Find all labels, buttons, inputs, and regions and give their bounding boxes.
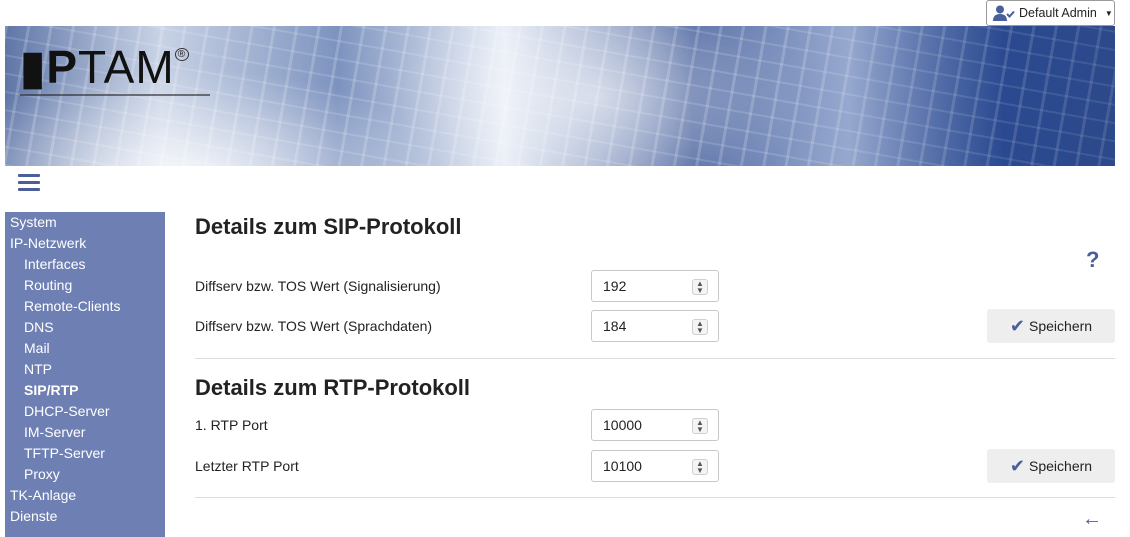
sidebar-item-routing[interactable]: Routing — [5, 275, 165, 296]
rtp-first-port-value: 10000 — [603, 417, 642, 433]
caret-down-icon: ▼ — [1104, 8, 1113, 18]
sidebar-item-ntp[interactable]: NTP — [5, 359, 165, 380]
rtp-last-port-label: Letzter RTP Port — [195, 458, 299, 474]
rtp-save-button[interactable]: ✔ Speichern — [987, 449, 1115, 483]
back-arrow-icon[interactable]: ← — [1082, 508, 1102, 531]
header-banner: ▮PTAM ® — [5, 26, 1115, 166]
sip-signal-input[interactable]: 192 ▲ ▼ — [591, 270, 719, 302]
sidebar-item-dhcp-server[interactable]: DHCP-Server — [5, 401, 165, 422]
help-icon[interactable]: ? — [1086, 247, 1099, 273]
sidebar-item-dienste[interactable]: Dienste — [5, 506, 165, 527]
user-check-icon — [993, 5, 1015, 21]
sip-save-label: Speichern — [1029, 318, 1093, 334]
sidebar-item-im-server[interactable]: IM-Server — [5, 422, 165, 443]
sidebar-item-system[interactable]: System — [5, 212, 165, 233]
user-name: Default Admin — [1019, 6, 1097, 20]
sip-section-title: Details zum SIP-Protokoll — [195, 214, 462, 239]
sip-signal-label: Diffserv bzw. TOS Wert (Signalisierung) — [195, 278, 441, 294]
sip-signal-value: 192 — [603, 278, 627, 294]
sidebar-item-ip-netzwerk[interactable]: IP-Netzwerk — [5, 233, 165, 254]
check-icon: ✔ — [1009, 456, 1026, 476]
sidebar-item-mail[interactable]: Mail — [5, 338, 165, 359]
rtp-section-title: Details zum RTP-Protokoll — [195, 375, 471, 400]
sidebar-item-proxy[interactable]: Proxy — [5, 464, 165, 485]
spinner-icon[interactable]: ▲ ▼ — [692, 459, 708, 475]
spinner-icon[interactable]: ▲ ▼ — [692, 418, 708, 434]
sip-voice-value: 184 — [603, 318, 627, 334]
menu-toggle-icon[interactable] — [18, 174, 40, 192]
sidebar-item-remote-clients[interactable]: Remote-Clients — [5, 296, 165, 317]
sip-voice-label: Diffserv bzw. TOS Wert (Sprachdaten) — [195, 318, 433, 334]
rtp-last-port-value: 10100 — [603, 458, 642, 474]
check-icon: ✔ — [1009, 316, 1026, 336]
sidebar-nav: System IP-Netzwerk Interfaces Routing Re… — [5, 212, 165, 537]
rtp-first-port-label: 1. RTP Port — [195, 417, 268, 433]
spinner-icon[interactable]: ▲ ▼ — [692, 279, 708, 295]
sidebar-item-dns[interactable]: DNS — [5, 317, 165, 338]
logo: ▮PTAM ® — [20, 44, 190, 90]
sip-voice-input[interactable]: 184 ▲ ▼ — [591, 310, 719, 342]
sidebar-item-tk-anlage[interactable]: TK-Anlage — [5, 485, 165, 506]
rtp-last-port-input[interactable]: 10100 ▲ ▼ — [591, 450, 719, 482]
rtp-save-label: Speichern — [1029, 458, 1093, 474]
sidebar-item-tftp-server[interactable]: TFTP-Server — [5, 443, 165, 464]
sidebar-item-interfaces[interactable]: Interfaces — [5, 254, 165, 275]
sip-save-button[interactable]: ✔ Speichern — [987, 309, 1115, 343]
divider — [195, 497, 1115, 498]
spinner-icon[interactable]: ▲ ▼ — [692, 319, 708, 335]
divider — [195, 358, 1115, 359]
user-menu-button[interactable]: Default Admin ▼ — [986, 0, 1115, 26]
rtp-first-port-input[interactable]: 10000 ▲ ▼ — [591, 409, 719, 441]
sidebar-item-sip-rtp[interactable]: SIP/RTP — [5, 380, 165, 401]
